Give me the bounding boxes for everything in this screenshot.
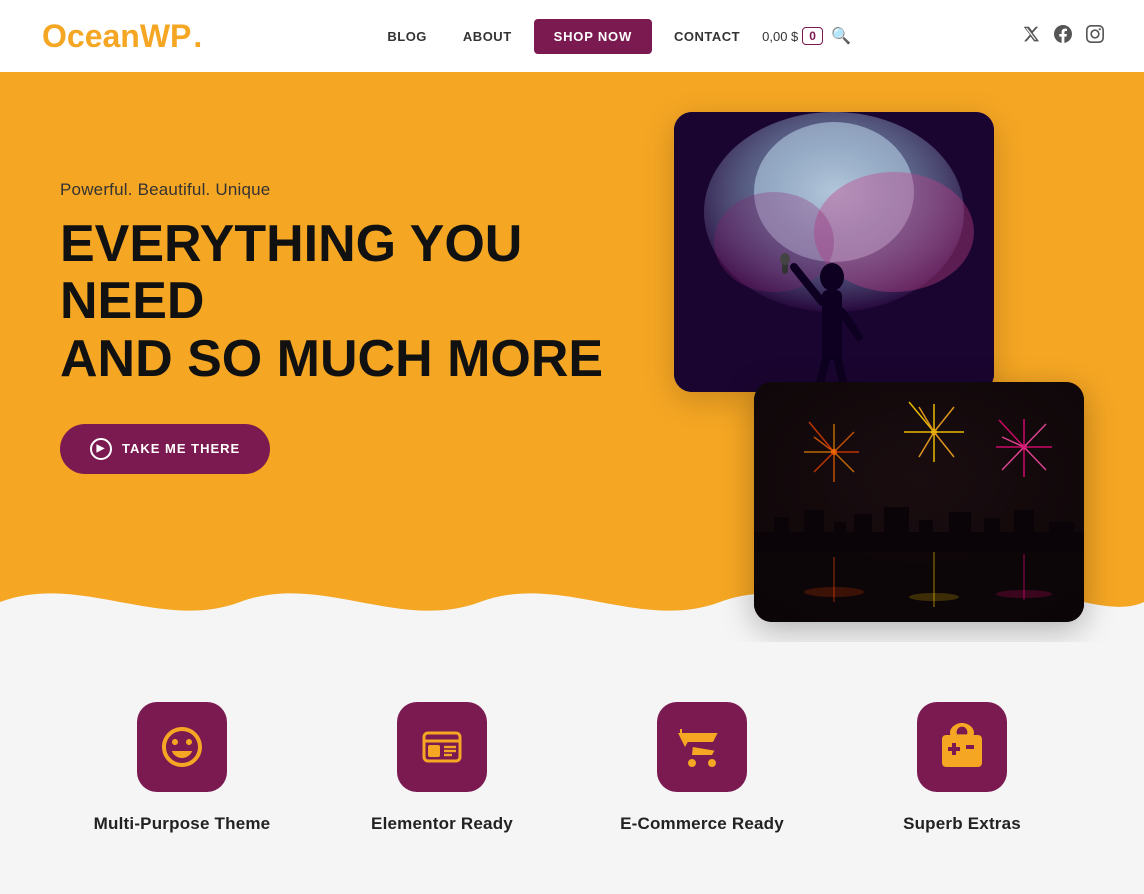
nav-cart[interactable]: 0,00 $ 0 (762, 27, 823, 45)
nav-contact[interactable]: CONTACT (660, 21, 754, 52)
cart-count: 0 (802, 27, 823, 45)
feature-ecommerce: E-Commerce Ready (572, 702, 832, 834)
hero-image-fireworks (754, 382, 1084, 622)
feature-multi-purpose-label: Multi-Purpose Theme (94, 814, 271, 834)
feature-multi-purpose: Multi-Purpose Theme (52, 702, 312, 834)
hero-section: Powerful. Beautiful. Unique EVERYTHING Y… (0, 72, 1144, 642)
navbar: OceanWP. BLOG ABOUT SHOP NOW CONTACT 0,0… (0, 0, 1144, 72)
hero-title: EVERYTHING YOU NEED AND SO MUCH MORE (60, 216, 610, 388)
elementor-icon-box (397, 702, 487, 792)
hero-subtitle: Powerful. Beautiful. Unique (60, 180, 610, 200)
hero-title-line2: AND SO MUCH MORE (60, 331, 610, 388)
hero-cta-button[interactable]: ▶ TAKE ME THERE (60, 424, 270, 474)
features-section: Multi-Purpose Theme Elementor Ready E-Co… (0, 642, 1144, 894)
instagram-icon[interactable] (1086, 25, 1104, 48)
search-button[interactable]: 🔍 (831, 26, 851, 46)
hero-image-concert (674, 112, 994, 392)
hero-cta-label: TAKE ME THERE (122, 441, 240, 456)
facebook-icon[interactable] (1054, 25, 1072, 48)
hero-content: Powerful. Beautiful. Unique EVERYTHING Y… (60, 180, 610, 474)
nav-links: BLOG ABOUT SHOP NOW CONTACT 0,00 $ 0 🔍 (373, 19, 851, 54)
extras-icon-box (917, 702, 1007, 792)
feature-elementor-label: Elementor Ready (371, 814, 513, 834)
nav-about[interactable]: ABOUT (449, 21, 526, 52)
feature-extras: Superb Extras (832, 702, 1092, 834)
site-logo[interactable]: OceanWP. (40, 20, 202, 52)
multi-purpose-icon-box (137, 702, 227, 792)
nav-blog[interactable]: BLOG (373, 21, 441, 52)
hero-title-line1: EVERYTHING YOU NEED (60, 215, 522, 330)
social-icons (1022, 25, 1104, 48)
hero-images (644, 112, 1084, 622)
nav-shop-now[interactable]: SHOP NOW (534, 19, 652, 54)
logo-dot: . (193, 20, 202, 52)
feature-ecommerce-label: E-Commerce Ready (620, 814, 784, 834)
ecommerce-icon-box (657, 702, 747, 792)
cart-price: 0,00 $ (762, 29, 798, 44)
feature-elementor: Elementor Ready (312, 702, 572, 834)
feature-extras-label: Superb Extras (903, 814, 1021, 834)
logo-text: OceanWP (42, 20, 191, 52)
cta-circle-icon: ▶ (90, 438, 112, 460)
twitter-icon[interactable] (1022, 25, 1040, 48)
